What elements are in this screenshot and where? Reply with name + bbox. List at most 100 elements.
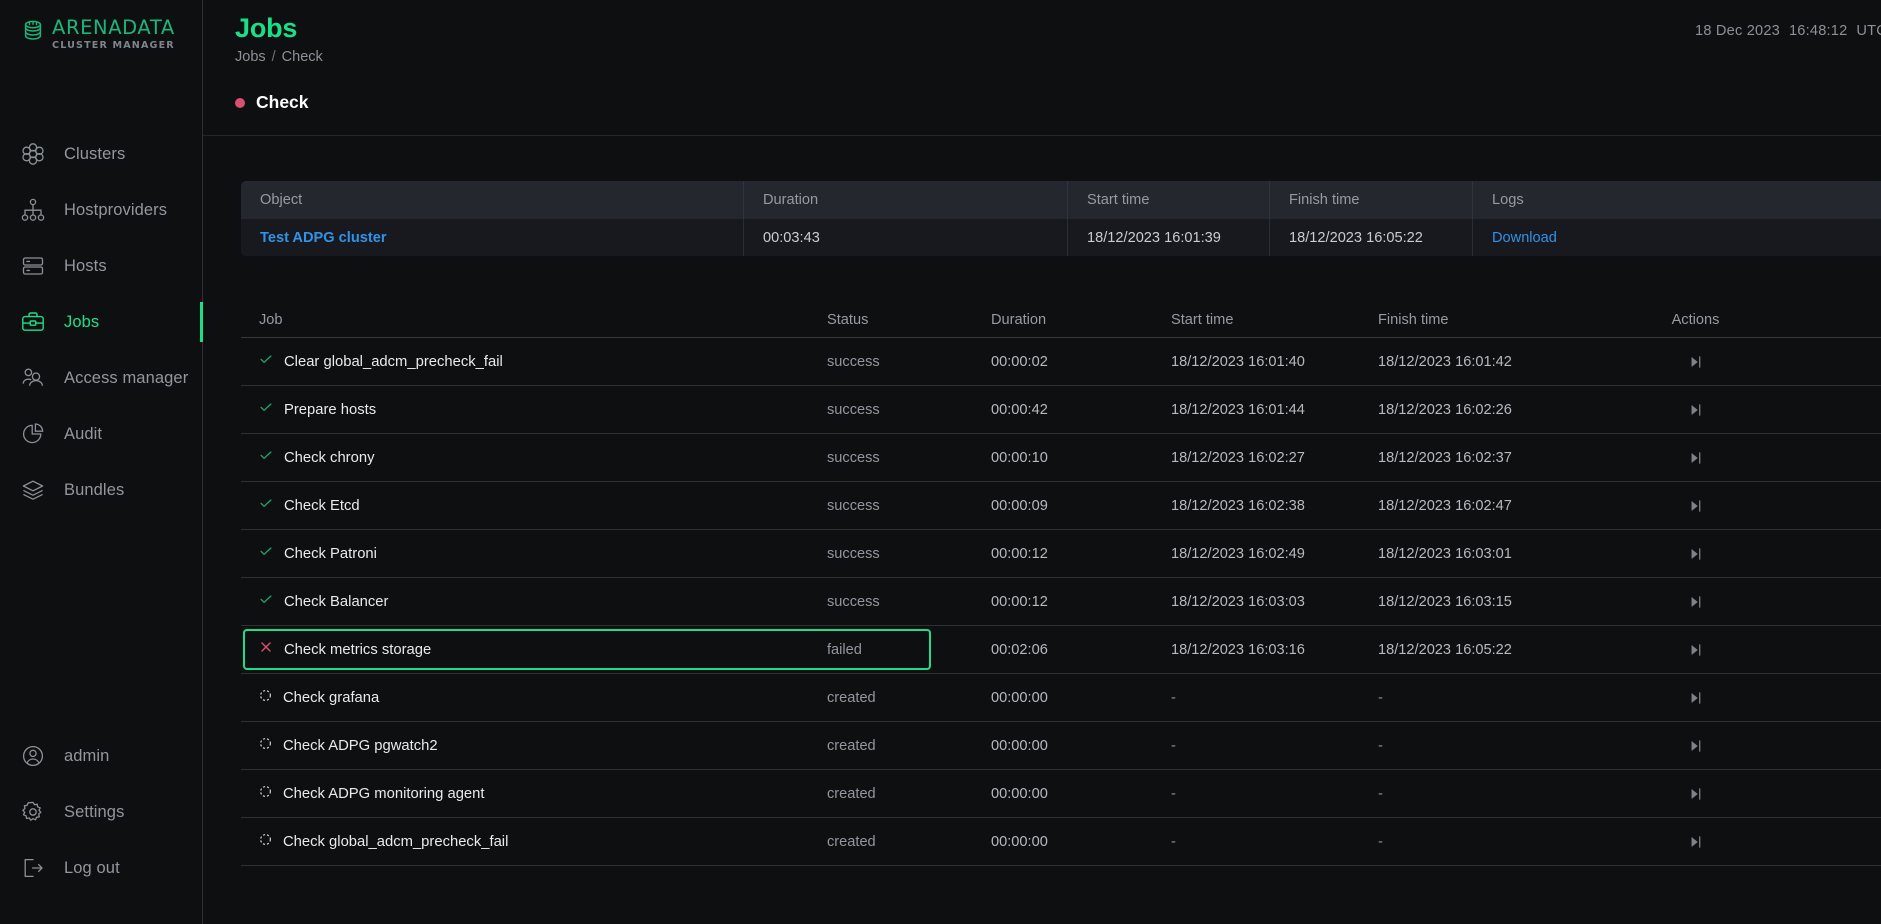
skip-to-end-icon[interactable] <box>1688 738 1704 754</box>
job-cell[interactable]: Check metrics storage <box>241 640 827 659</box>
job-actions-cell <box>1593 834 1798 850</box>
column-header-duration: Duration <box>744 181 1068 219</box>
table-row[interactable]: Check ADPG monitoring agent created 00:00:… <box>241 770 1881 818</box>
job-cell[interactable]: Check Balancer <box>241 592 827 611</box>
summary-finish-time: 18/12/2023 16:05:22 <box>1270 219 1473 256</box>
sidebar-item-admin[interactable]: admin <box>0 728 202 784</box>
job-cell[interactable]: Clear global_adcm_precheck_fail <box>241 352 827 371</box>
pending-icon <box>260 689 271 701</box>
table-row[interactable]: Check ADPG pgwatch2 created 00:00:00 - - <box>241 722 1881 770</box>
brand-logo[interactable]: ARENADATA CLUSTER MANAGER <box>0 0 202 70</box>
sidebar-item-label: Hostproviders <box>64 200 168 219</box>
skip-to-end-icon[interactable] <box>1688 450 1704 466</box>
breadcrumb-root[interactable]: Jobs <box>235 49 266 65</box>
job-finish-time: 18/12/2023 16:03:01 <box>1378 545 1512 562</box>
skip-to-end-icon[interactable] <box>1688 354 1704 370</box>
download-logs-link[interactable]: Download <box>1492 230 1557 246</box>
job-cell[interactable]: Check ADPG monitoring agent <box>241 785 827 803</box>
arenadata-logo-icon <box>22 20 48 49</box>
summary-table-header: Object Duration Start time Finish time L… <box>241 181 1881 219</box>
sidebar-item-clusters[interactable]: Clusters <box>0 126 202 182</box>
table-row[interactable]: Check Balancer success 00:00:12 18/12/2023 … <box>241 578 1881 626</box>
column-header-start-time: Start time <box>1068 181 1270 219</box>
job-cell[interactable]: Prepare hosts <box>241 400 827 419</box>
job-status-icon <box>259 448 273 467</box>
job-duration: 00:00:00 <box>991 785 1048 802</box>
job-cell[interactable]: Check Etcd <box>241 496 827 515</box>
skip-to-end-icon[interactable] <box>1688 594 1704 610</box>
job-cell[interactable]: Check chrony <box>241 448 827 467</box>
sidebar-item-log-out[interactable]: Log out <box>0 840 202 896</box>
job-duration: 00:00:00 <box>991 833 1048 850</box>
job-cell[interactable]: Check ADPG pgwatch2 <box>241 737 827 755</box>
job-start-time: - <box>1171 689 1176 706</box>
skip-to-end-icon[interactable] <box>1688 498 1704 514</box>
skip-to-end-icon[interactable] <box>1688 642 1704 658</box>
gear-icon <box>20 799 46 825</box>
status-badge <box>235 97 245 108</box>
pending-icon <box>260 785 271 797</box>
user-icon <box>20 743 46 769</box>
sidebar-item-bundles[interactable]: Bundles <box>0 462 202 518</box>
skip-to-end-icon[interactable] <box>1688 402 1704 418</box>
job-details-cell <box>1798 686 1881 710</box>
job-actions-cell <box>1593 594 1798 610</box>
job-status: success <box>827 449 880 466</box>
clock-time: 16:48:12 <box>1788 23 1848 39</box>
column-header-job: Job <box>259 312 283 328</box>
job-status-icon <box>259 592 273 611</box>
check-icon <box>260 499 272 507</box>
skip-to-end-icon[interactable] <box>1688 834 1704 850</box>
job-finish-time: - <box>1378 785 1383 802</box>
job-name: Check grafana <box>283 689 380 706</box>
table-row[interactable]: Check Patroni success 00:00:12 18/12/2023 1… <box>241 530 1881 578</box>
job-status: success <box>827 401 880 418</box>
skip-to-end-icon[interactable] <box>1688 786 1704 802</box>
sidebar-item-label: Hosts <box>64 256 107 275</box>
table-row[interactable]: Check grafana created 00:00:00 - - <box>241 674 1881 722</box>
access-manager-icon <box>20 365 46 391</box>
object-link[interactable]: Test ADPG cluster <box>260 230 387 246</box>
table-row[interactable]: Check metrics storage failed 00:02:06 18/12… <box>241 626 1881 674</box>
table-row[interactable]: Prepare hosts success 00:00:42 18/12/2023 1… <box>241 386 1881 434</box>
sidebar-item-settings[interactable]: Settings <box>0 784 202 840</box>
check-icon <box>260 595 272 603</box>
summary-table-row: Test ADPG cluster 00:03:43 18/12/2023 16… <box>241 219 1881 256</box>
sidebar-item-hosts[interactable]: Hosts <box>0 238 202 294</box>
job-status: created <box>827 737 876 754</box>
hostproviders-icon <box>20 197 46 223</box>
job-duration: 00:00:00 <box>991 689 1048 706</box>
app-root: ARENADATA CLUSTER MANAGER Clusters Hostp… <box>0 0 1881 924</box>
breadcrumb-current: Check <box>281 49 323 65</box>
job-cell[interactable]: Check global_adcm_precheck_fail <box>241 833 827 851</box>
sidebar-item-hostproviders[interactable]: Hostproviders <box>0 182 202 238</box>
logout-icon <box>20 855 46 881</box>
job-status: failed <box>827 641 862 658</box>
job-status-icon <box>259 737 272 755</box>
job-status: created <box>827 689 876 706</box>
job-actions-cell <box>1593 642 1798 658</box>
table-row[interactable]: Check chrony success 00:00:10 18/12/2023 16… <box>241 434 1881 482</box>
sidebar-item-access-manager[interactable]: Access manager <box>0 350 202 406</box>
job-details-cell <box>1798 542 1881 566</box>
sidebar-item-audit[interactable]: Audit <box>0 406 202 462</box>
primary-nav: Clusters Hostproviders Hosts Jobs Access… <box>0 126 203 518</box>
job-finish-time: 18/12/2023 16:01:42 <box>1378 353 1512 370</box>
table-row[interactable]: Clear global_adcm_precheck_fail success 00… <box>241 338 1881 386</box>
job-cell[interactable]: Check Patroni <box>241 544 827 563</box>
sidebar-item-jobs[interactable]: Jobs <box>0 294 203 350</box>
column-header-details: Details <box>1798 312 1881 328</box>
job-status-icon <box>259 689 272 707</box>
jobs-icon <box>20 309 46 335</box>
table-row[interactable]: Check Etcd success 00:00:09 18/12/2023 16:0… <box>241 482 1881 530</box>
skip-to-end-icon[interactable] <box>1688 546 1704 562</box>
job-start-time: - <box>1171 833 1176 850</box>
job-status: success <box>827 353 880 370</box>
skip-to-end-icon[interactable] <box>1688 690 1704 706</box>
table-row[interactable]: Check global_adcm_precheck_fail created 00… <box>241 818 1881 866</box>
job-actions-cell <box>1593 498 1798 514</box>
job-start-time: - <box>1171 785 1176 802</box>
job-status: success <box>827 497 880 514</box>
brand-name: ARENADATA <box>52 16 175 39</box>
job-cell[interactable]: Check grafana <box>241 689 827 707</box>
